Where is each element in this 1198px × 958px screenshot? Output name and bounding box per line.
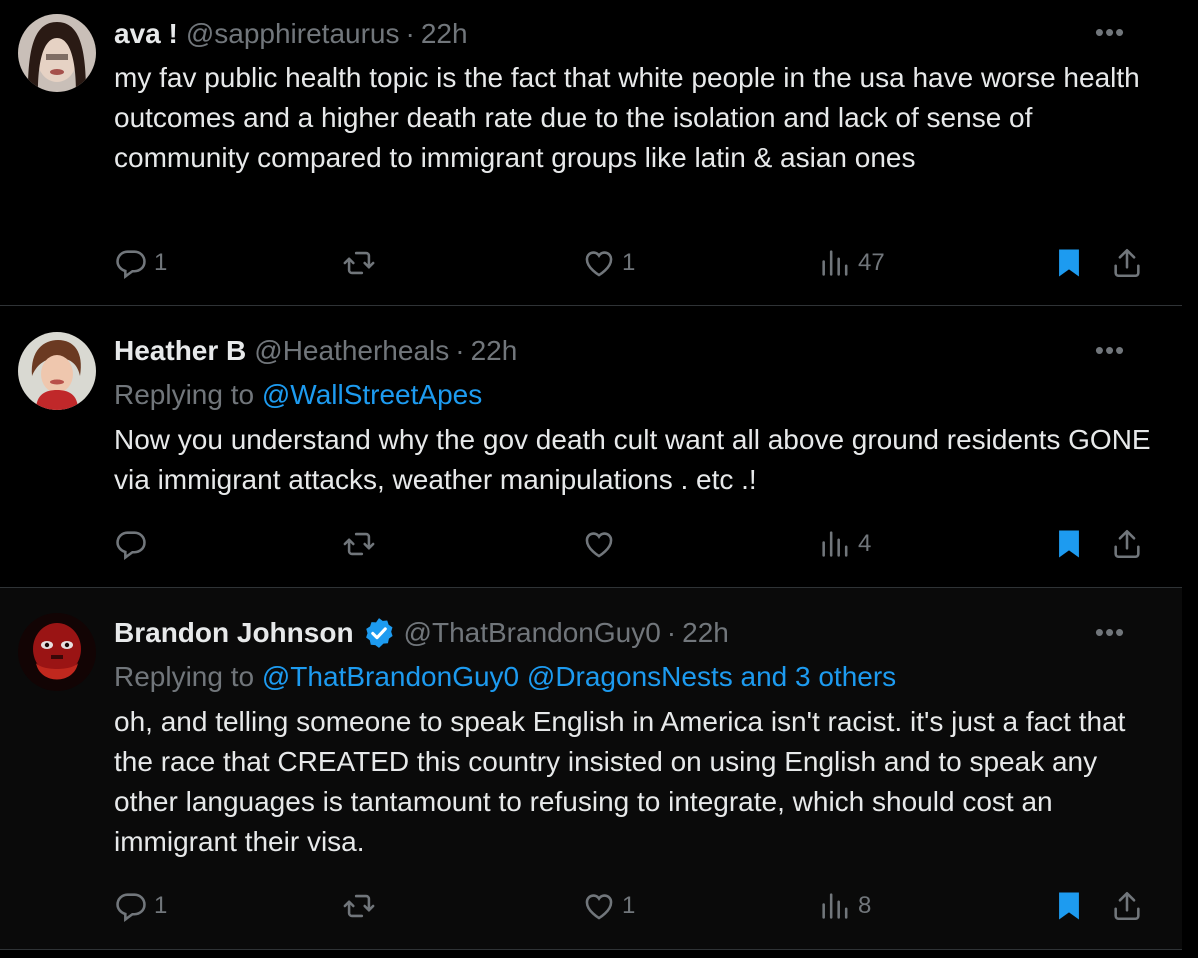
retweet-button[interactable]	[342, 886, 382, 926]
replying-prefix: Replying to	[114, 661, 255, 692]
author-name[interactable]: ava !	[114, 16, 178, 52]
timestamp[interactable]: 22h	[471, 333, 518, 369]
share-icon	[1110, 246, 1144, 280]
more-options-icon[interactable]: •••	[1090, 619, 1130, 645]
heart-icon	[582, 246, 616, 280]
bookmark-icon	[1052, 246, 1086, 280]
like-button[interactable]: 1	[582, 243, 635, 283]
retweet-button[interactable]	[342, 524, 382, 564]
timestamp[interactable]: 22h	[421, 16, 468, 52]
replying-to: Replying to @ThatBrandonGuy0 @DragonsNes…	[114, 659, 896, 695]
reply-button[interactable]: 1	[114, 886, 167, 926]
share-button[interactable]	[1110, 886, 1144, 926]
views-button[interactable]: 47	[818, 243, 885, 283]
reply-button[interactable]: 1	[114, 243, 167, 283]
reply-button[interactable]	[114, 524, 154, 564]
like-button[interactable]: 1	[582, 886, 635, 926]
avatar-image	[18, 613, 96, 691]
reply-icon	[114, 889, 148, 923]
bar-chart-icon	[818, 246, 852, 280]
avatar[interactable]	[18, 613, 96, 691]
tweet-actions: 4	[114, 524, 1154, 564]
views-count: 47	[858, 249, 885, 276]
retweet-icon	[342, 246, 376, 280]
views-count: 4	[858, 530, 872, 557]
separator-dot: ·	[666, 617, 677, 648]
verified-badge-icon[interactable]	[362, 616, 396, 650]
views-count: 8	[858, 892, 872, 919]
avatar[interactable]	[18, 332, 96, 410]
tweet-actions: 1 1 47	[114, 243, 1154, 283]
separator-dot: ·	[405, 18, 415, 49]
more-options-icon[interactable]: •••	[1090, 337, 1130, 363]
tweet[interactable]: ava ! @sapphiretaurus · 22h ••• my fav p…	[0, 0, 1182, 306]
bookmark-icon	[1052, 889, 1086, 923]
tweet[interactable]: Heather B @Heatherheals · 22h ••• Replyi…	[0, 306, 1182, 588]
tweet-header: ava ! @sapphiretaurus · 22h	[114, 16, 468, 52]
author-name[interactable]: Heather B	[114, 333, 246, 369]
retweet-icon	[342, 527, 376, 561]
heart-icon	[582, 889, 616, 923]
more-options-icon[interactable]: •••	[1090, 19, 1130, 45]
share-icon	[1110, 889, 1144, 923]
bookmark-icon	[1052, 527, 1086, 561]
share-button[interactable]	[1110, 524, 1144, 564]
replying-prefix: Replying to	[114, 379, 255, 410]
separator-dot: ·	[455, 335, 465, 366]
heart-icon	[582, 527, 616, 561]
like-count: 1	[622, 892, 636, 919]
author-handle[interactable]: @ThatBrandonGuy0	[404, 615, 661, 651]
tweet-header: Heather B @Heatherheals · 22h	[114, 333, 517, 369]
replying-to-link[interactable]: @WallStreetApes	[262, 379, 482, 410]
bookmark-button[interactable]	[1052, 243, 1086, 283]
like-button[interactable]	[582, 524, 622, 564]
replying-to-link[interactable]: @ThatBrandonGuy0 @DragonsNests and 3 oth…	[262, 661, 896, 692]
retweet-icon	[342, 889, 376, 923]
tweet-text: my fav public health topic is the fact t…	[114, 62, 1140, 173]
reply-icon	[114, 246, 148, 280]
author-handle[interactable]: @Heatherheals	[254, 333, 449, 369]
avatar[interactable]	[18, 14, 96, 92]
author-name[interactable]: Brandon Johnson	[114, 615, 354, 651]
bookmark-button[interactable]	[1052, 886, 1086, 926]
bar-chart-icon	[818, 527, 852, 561]
reply-count: 1	[154, 892, 168, 919]
tweet-text: Now you understand why the gov death cul…	[114, 424, 1151, 495]
reply-count: 1	[154, 249, 168, 276]
tweet-actions: 1 1 8	[114, 886, 1154, 926]
author-handle[interactable]: @sapphiretaurus	[186, 16, 400, 52]
avatar-image	[18, 332, 96, 410]
tweet-text: oh, and telling someone to speak English…	[114, 706, 1126, 857]
views-button[interactable]: 4	[818, 524, 871, 564]
share-icon	[1110, 527, 1144, 561]
tweet-header: Brandon Johnson @ThatBrandonGuy0 · 22h	[114, 615, 729, 651]
bookmark-button[interactable]	[1052, 524, 1086, 564]
bar-chart-icon	[818, 889, 852, 923]
reply-icon	[114, 527, 148, 561]
avatar-image	[18, 14, 96, 92]
retweet-button[interactable]	[342, 243, 382, 283]
like-count: 1	[622, 249, 636, 276]
share-button[interactable]	[1110, 243, 1144, 283]
replying-to: Replying to @WallStreetApes	[114, 377, 482, 413]
tweet[interactable]: Brandon Johnson @ThatBrandonGuy0 · 22h •…	[0, 588, 1182, 950]
timestamp[interactable]: 22h	[682, 615, 729, 651]
views-button[interactable]: 8	[818, 886, 871, 926]
